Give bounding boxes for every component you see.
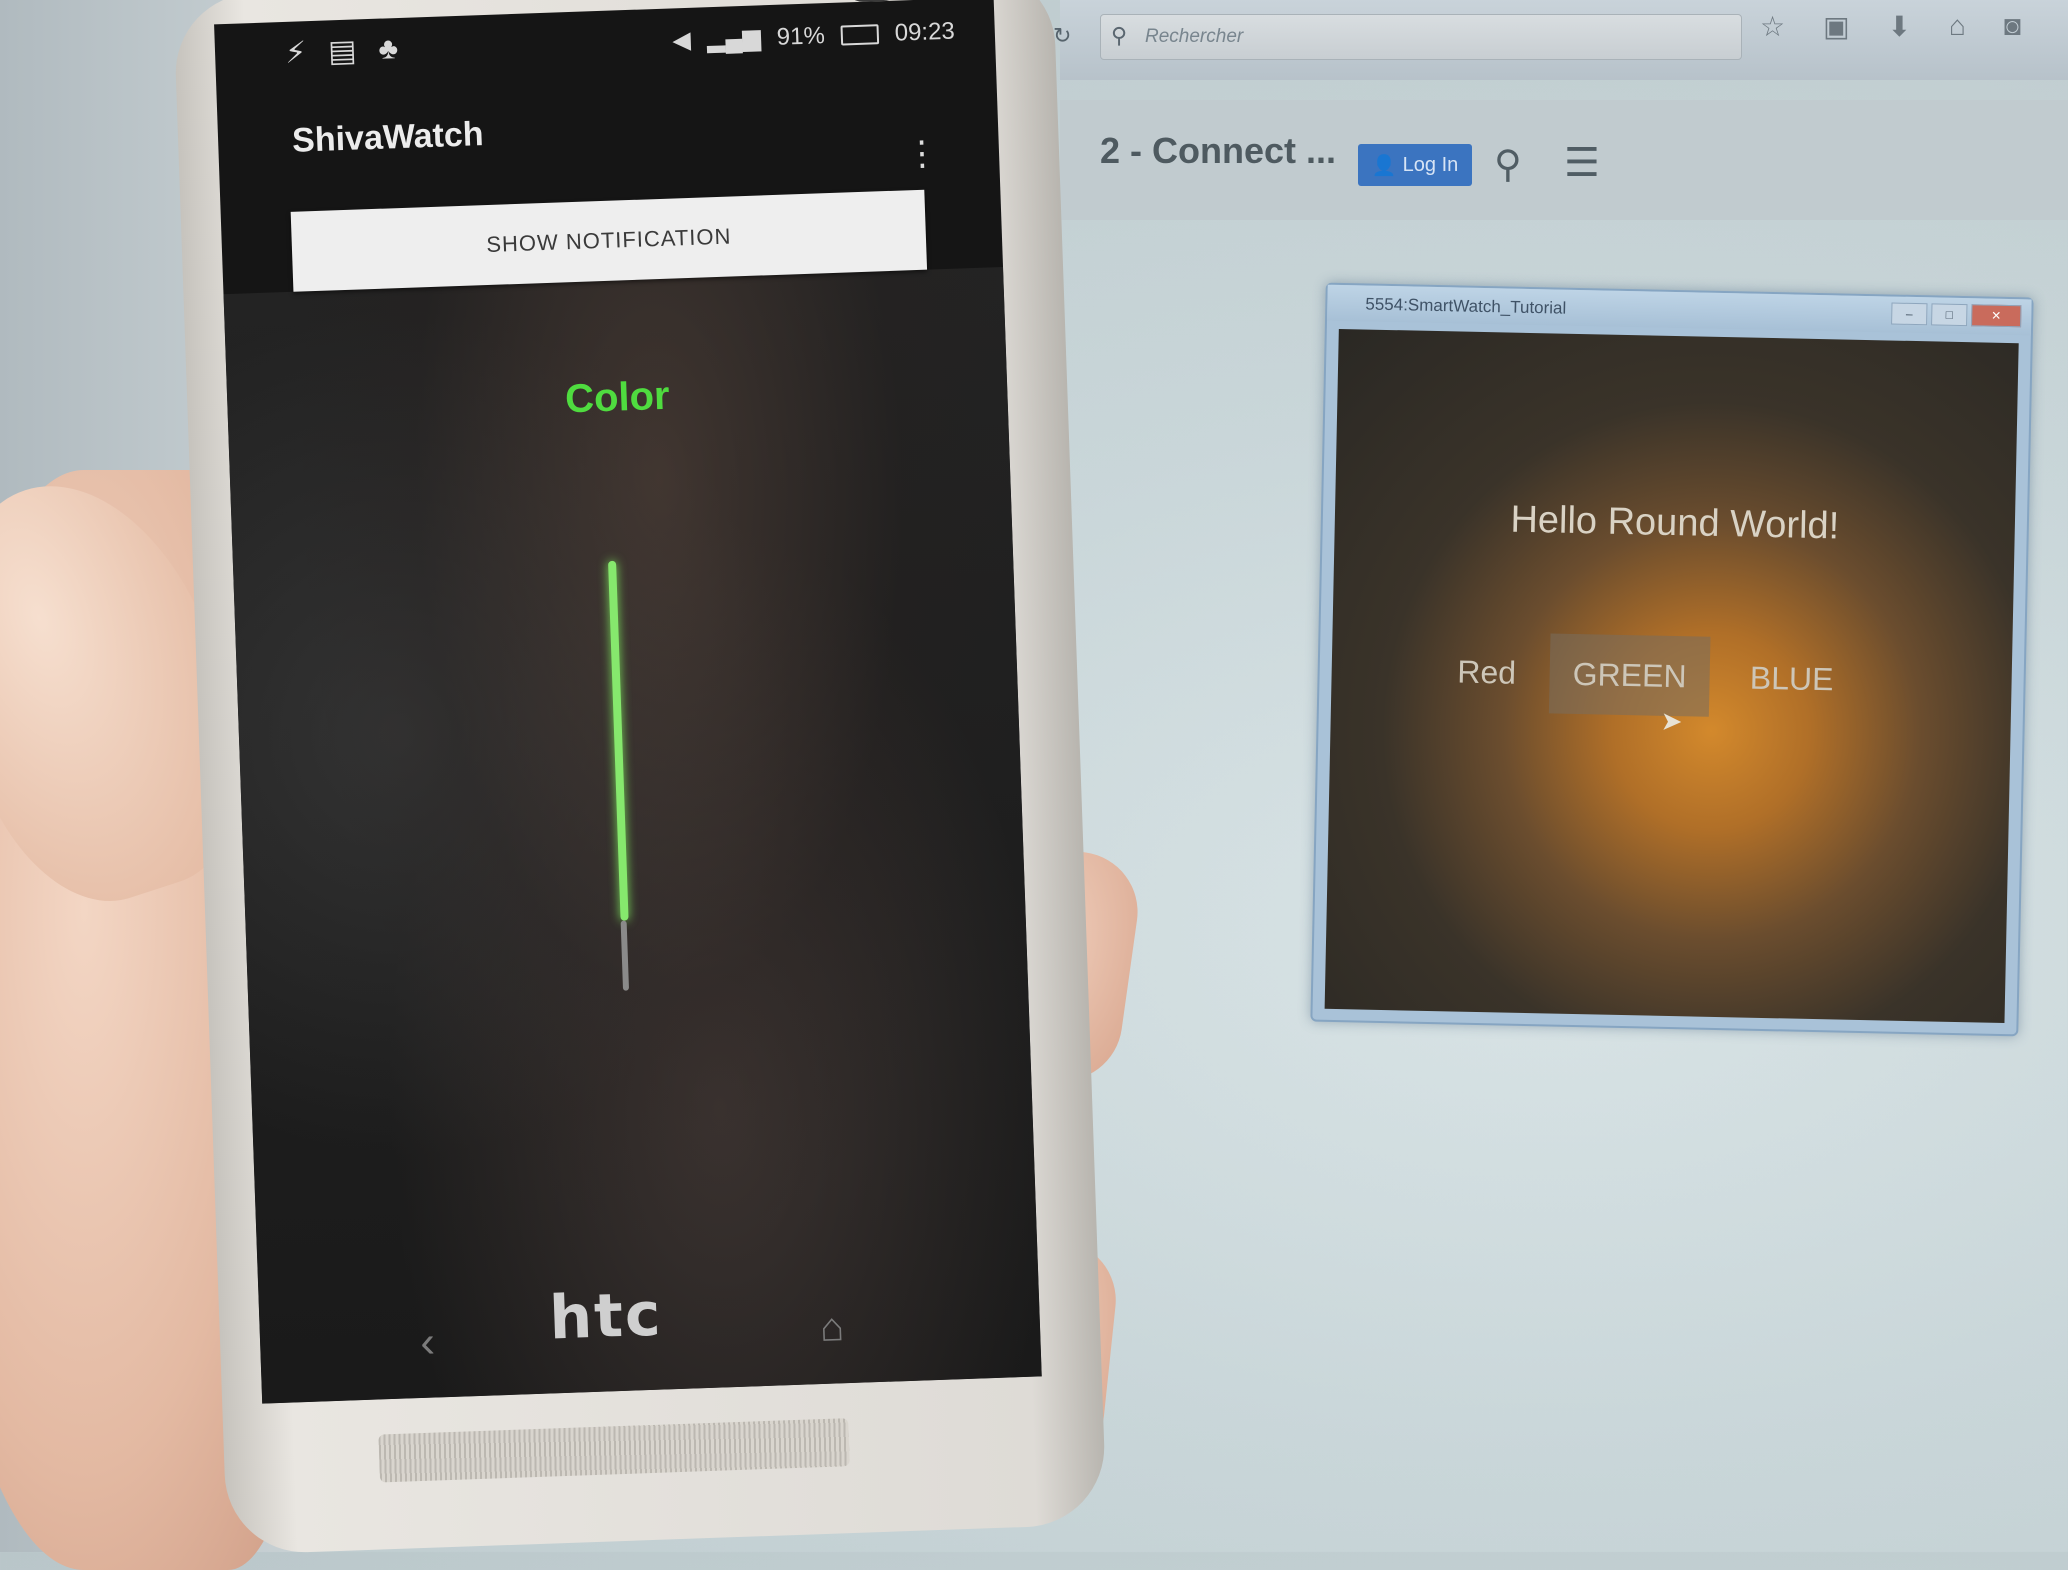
watch-screen: Hello Round World! Red GREEN BLUE ➤ [1324,328,2019,1024]
login-button[interactable]: 👤 Log In [1358,144,1472,186]
download-icon[interactable]: ⬇ [1888,10,1911,43]
hello-text: Hello Round World! [1510,498,1840,548]
login-label: Log In [1402,153,1459,176]
blue-button[interactable]: BLUE [1731,637,1853,719]
emulator-window: 5554:SmartWatch_Tutorial – □ ✕ Hello Rou… [1310,282,2034,1037]
htc-phone: ⚡ ▤ ♣ ◀ ▂▄▆ 91% 09:23 ShivaWatch ⋮ SHOW … [173,0,1107,1555]
app-title: ShivaWatch [291,115,485,160]
android-icon: ♣ [377,32,399,66]
clock: 09:23 [894,17,956,47]
maximize-icon[interactable]: □ [1931,303,1968,327]
minimize-icon[interactable]: – [1891,302,1928,326]
search-placeholder: Rechercher [1145,26,1244,47]
bookmark-star-icon[interactable]: ☆ [1760,10,1785,43]
usb-icon: ⚡ [284,36,307,70]
red-button[interactable]: Red [1431,631,1543,713]
toolbar-icons: ☆ ▣ ⬇ ⌂ ◙ [1760,10,2021,43]
signal-icon: ▂▄▆ [706,24,762,54]
close-icon[interactable]: ✕ [1971,304,2022,328]
chat-icon[interactable]: ◙ [2004,10,2021,43]
window-controls: – □ ✕ [1891,302,2022,328]
speaker-grill [378,1418,850,1483]
phone-screen: ⚡ ▤ ♣ ◀ ▂▄▆ 91% 09:23 ShivaWatch ⋮ SHOW … [214,0,1042,1404]
emulator-titlebar: 5554:SmartWatch_Tutorial – □ ✕ [1327,284,2032,336]
screen-reflection [223,267,1042,1404]
storage-icon: ▤ [327,34,358,69]
emulator-window-title: 5554:SmartWatch_Tutorial [1365,294,1567,318]
search-bar[interactable]: ↻ ⚲ Rechercher [1053,14,1742,60]
notification-icons: ⚡ ▤ ♣ [285,32,399,71]
home-icon[interactable]: ⌂ [1949,10,1966,43]
home-icon[interactable]: ⌂ [819,1305,845,1351]
user-icon: 👤 [1371,154,1397,177]
status-right: ◀ ▂▄▆ 91% 09:23 [672,17,955,56]
battery-icon [840,23,880,46]
clipboard-icon[interactable]: ▣ [1823,10,1849,43]
reload-icon[interactable]: ↻ [1053,23,1071,49]
battery-percent: 91% [776,21,826,51]
mouse-cursor-icon: ➤ [1660,705,1683,737]
hamburger-menu-icon[interactable]: ☰ [1564,140,1600,186]
mute-icon: ◀ [671,26,692,55]
green-button[interactable]: GREEN [1548,633,1711,717]
overflow-menu-icon[interactable]: ⋮ [904,133,939,174]
back-icon[interactable]: ‹ [419,1318,435,1368]
search-icon: ⚲ [1111,23,1128,48]
search-icon[interactable]: ⚲ [1494,142,1522,187]
page-title: 2 - Connect ... [1100,130,1337,171]
